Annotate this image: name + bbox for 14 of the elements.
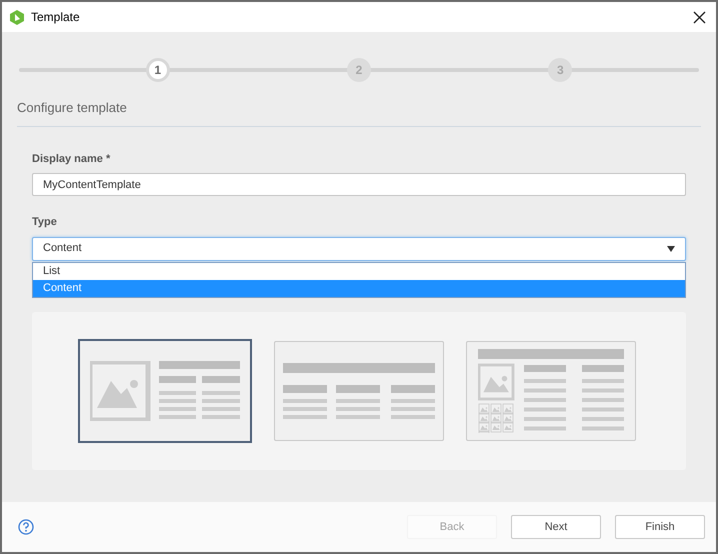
window-title: Template — [31, 9, 80, 26]
close-icon — [692, 10, 706, 24]
wizard-button[interactable]: Finish — [615, 515, 705, 539]
section-title: Configure template — [17, 99, 127, 117]
wizard-button[interactable]: Next — [511, 515, 601, 539]
display-name-field[interactable]: MyContentTemplate — [32, 173, 686, 196]
field-label: Type — [32, 215, 57, 230]
type-dropdown[interactable]: Content — [32, 236, 686, 260]
field-label: Display name * — [32, 152, 110, 166]
caret-icon — [667, 246, 675, 252]
step-indicator: 1 — [146, 58, 170, 82]
app-logo-icon — [10, 10, 24, 24]
help-icon[interactable] — [18, 519, 34, 535]
layout-option[interactable] — [78, 338, 252, 442]
